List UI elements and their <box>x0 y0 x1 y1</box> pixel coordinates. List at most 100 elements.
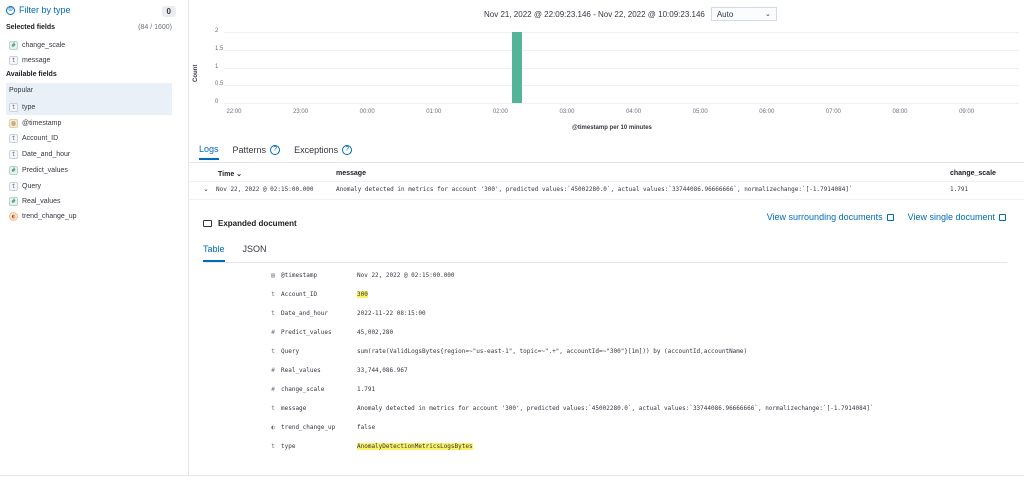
view-surrounding-link[interactable]: View surrounding documents <box>767 212 894 222</box>
field-item-timestamp[interactable]: ▤ @timestamp <box>9 118 61 128</box>
y-tick-label: 1 <box>215 63 219 70</box>
field-item-query[interactable]: t Query <box>9 181 41 191</box>
filter-by-type-label: Filter by type <box>19 5 71 15</box>
string-type-icon: t <box>271 291 275 298</box>
tab-table[interactable]: Table <box>203 244 225 262</box>
filter-by-type-button[interactable]: ⊜ Filter by type <box>6 5 71 15</box>
tab-patterns[interactable]: Patterns ? <box>233 144 281 160</box>
boolean-type-icon: ◐ <box>271 424 275 431</box>
field-key: @timestamp <box>281 272 318 279</box>
x-tick-label: 00:00 <box>359 109 375 115</box>
document-field-row[interactable]: ◐ trend_change_up false <box>265 422 1024 436</box>
field-value: false <box>357 424 376 431</box>
field-name: Predict_values <box>22 166 68 174</box>
table-row[interactable]: ⌄ Nov 22, 2022 @ 02:15:00.000 Anomaly de… <box>189 183 1024 197</box>
field-key: type <box>281 443 296 450</box>
field-item-real-values[interactable]: # Real_values <box>9 196 61 206</box>
link-label: View single document <box>907 212 995 222</box>
y-tick-label: 2 <box>215 28 219 34</box>
tab-exceptions[interactable]: Exceptions ? <box>294 144 353 160</box>
field-item-message[interactable]: t message <box>9 55 50 65</box>
view-single-link[interactable]: View single document <box>908 212 1006 222</box>
field-key: change_scale <box>281 386 325 393</box>
interval-select[interactable]: Auto ⌄ <box>710 7 777 21</box>
external-link-icon <box>999 213 1006 221</box>
field-key: Real_values <box>281 367 321 374</box>
field-item-predict-values[interactable]: # Predict_values <box>9 165 68 175</box>
chevron-down-icon[interactable]: ⌄ <box>203 185 209 193</box>
document-field-row[interactable]: ▤ @timestamp Nov 22, 2022 @ 02:15:00.000 <box>265 270 1024 284</box>
external-link-icon <box>886 213 894 221</box>
row-divider <box>189 199 1024 200</box>
string-type-icon: t <box>9 133 18 143</box>
field-item-date-and-hour[interactable]: t Date_and_hour <box>9 149 70 159</box>
row-change-scale: 1.791 <box>950 186 969 193</box>
column-header-change-scale[interactable]: change_scale <box>950 170 996 177</box>
field-value: 1.791 <box>357 386 376 393</box>
document-field-row[interactable]: t Query sum(rate(ValidLogsBytes{region=~"u… <box>265 346 1024 360</box>
field-name: type <box>22 103 36 111</box>
string-type-icon: t <box>271 348 275 355</box>
field-name: message <box>22 56 51 64</box>
column-header-time[interactable]: Time ⌄ <box>218 170 242 178</box>
field-value: Anomaly detected in metrics for account … <box>357 405 874 412</box>
field-value: AnomalyDetectionMetricsLogsBytes <box>357 443 473 450</box>
help-icon: ? <box>270 145 281 155</box>
field-name: Date_and_hour <box>22 150 71 158</box>
column-header-message[interactable]: message <box>336 170 366 177</box>
histogram-bar[interactable] <box>511 32 522 103</box>
number-type-icon: # <box>9 165 18 175</box>
field-item-trend-change-up[interactable]: ◐ trend_change_up <box>9 211 77 221</box>
document-links: View surrounding documents View single d… <box>767 212 1006 222</box>
expanded-document-header: Expanded document <box>203 219 297 228</box>
document-field-row[interactable]: # Real_values 33,744,086.967 <box>265 365 1024 379</box>
field-item-type[interactable]: t type <box>9 102 35 112</box>
filter-icon: ⊜ <box>6 5 15 15</box>
number-type-icon: # <box>271 386 275 393</box>
y-tick-label: 0 <box>215 99 219 105</box>
document-tabs: Table JSON <box>203 244 267 262</box>
sort-down-icon: ⌄ <box>236 171 243 178</box>
document-field-row[interactable]: t Account_ID 300 <box>265 289 1024 303</box>
document-field-row[interactable]: # Predict_values 45,002,280 <box>265 327 1024 341</box>
field-key: Date_and_hour <box>281 310 328 317</box>
tab-logs[interactable]: Logs <box>199 144 219 160</box>
filter-count-badge: 0 <box>161 6 176 17</box>
boolean-type-icon: ◐ <box>9 211 18 221</box>
field-item-change-scale[interactable]: # change_scale <box>9 40 65 50</box>
main-panel: Nov 21, 2022 @ 22:09:23.146 - Nov 22, 20… <box>189 0 1024 501</box>
gridline <box>224 32 1019 33</box>
field-key: Query <box>281 348 300 355</box>
x-tick-label: 08:00 <box>892 109 908 115</box>
field-value: 45,002,280 <box>357 329 394 336</box>
field-value: 2022-11-22 08:15:00 <box>357 310 426 317</box>
x-tick-label: 23:00 <box>293 109 309 115</box>
header-divider <box>189 181 1024 182</box>
x-tick-label: 06:00 <box>759 109 775 115</box>
x-tick-label: 04:00 <box>626 109 642 115</box>
number-type-icon: # <box>271 329 275 336</box>
field-name: @timestamp <box>22 119 62 127</box>
number-type-icon: # <box>271 367 275 374</box>
histogram-chart[interactable]: Count @timestamp per 10 minutes 2 1.5 1 0.5… <box>189 22 1024 140</box>
time-bar: Nov 21, 2022 @ 22:09:23.146 - Nov 22, 20… <box>484 7 777 21</box>
document-field-row[interactable]: t Date_and_hour 2022-11-22 08:15:00 <box>265 308 1024 322</box>
field-item-account-id[interactable]: t Account_ID <box>9 133 58 143</box>
gridline <box>224 67 1019 69</box>
y-tick-label: 1.5 <box>215 45 224 52</box>
document-field-row[interactable]: t type AnomalyDetectionMetricsLogsBytes <box>265 441 1024 455</box>
expanded-document-title: Expanded document <box>218 219 297 228</box>
string-type-icon: t <box>271 310 275 317</box>
date-type-icon: ▤ <box>9 118 18 128</box>
field-key: message <box>281 405 307 412</box>
view-tabs: Logs Patterns ? Exceptions ? <box>199 144 353 160</box>
folder-open-icon <box>203 220 212 227</box>
gridline <box>224 103 1019 104</box>
document-field-row[interactable]: # change_scale 1.791 <box>265 384 1024 398</box>
string-type-icon: t <box>9 102 18 112</box>
y-axis-title: Count <box>193 64 199 82</box>
field-name: Real_values <box>22 197 61 205</box>
tab-json[interactable]: JSON <box>243 244 267 262</box>
row-time: Nov 22, 2022 @ 02:15:00.000 <box>216 186 314 193</box>
document-field-row[interactable]: t message Anomaly detected in metrics for … <box>265 403 1024 417</box>
